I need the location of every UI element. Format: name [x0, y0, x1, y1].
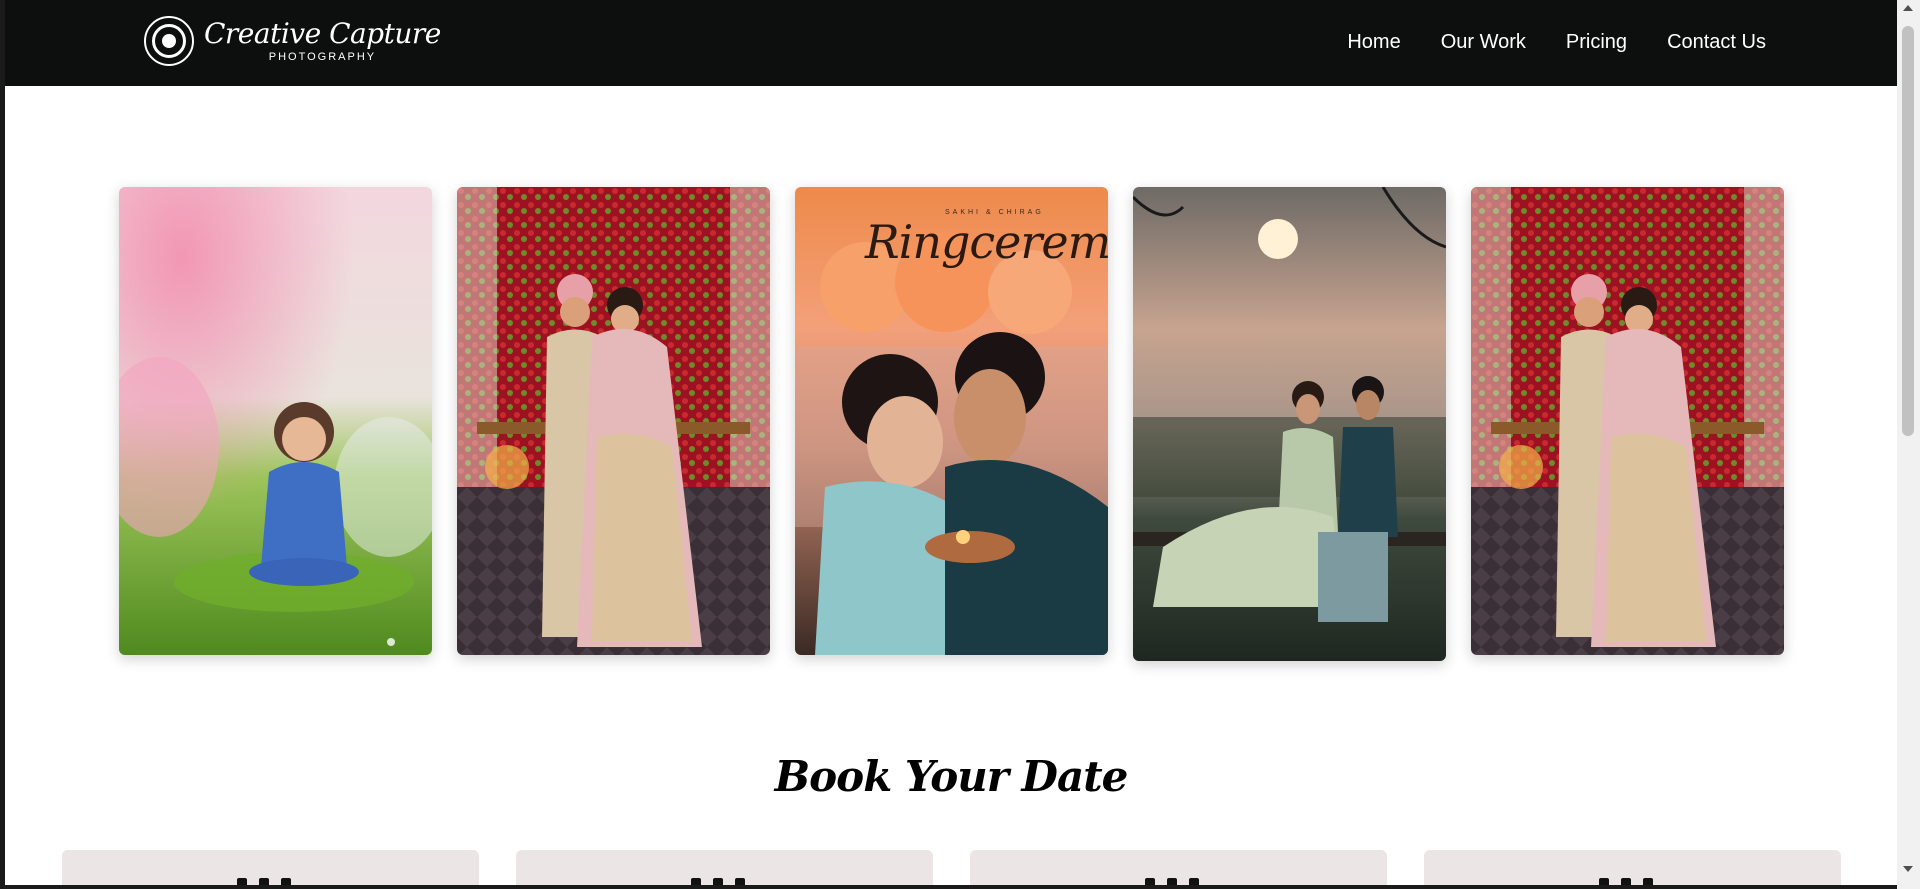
book-your-date-heading: Book Your Date	[774, 752, 1129, 801]
gallery-photo-ring-ceremony[interactable]: SAKHI & CHIRAG Ringceremony	[795, 187, 1108, 655]
gallery-photo-image	[1133, 187, 1446, 661]
navbar: Creative Capture PHOTOGRAPHY Home Our Wo…	[5, 0, 1897, 86]
gallery-photo-image	[457, 187, 770, 655]
nav-contact-us-link[interactable]: Contact Us	[1667, 28, 1766, 56]
nav-our-work-link[interactable]: Our Work	[1441, 28, 1526, 56]
pricing-card[interactable]	[1424, 850, 1841, 885]
logo[interactable]: Creative Capture PHOTOGRAPHY	[144, 13, 441, 69]
main-nav: Home Our Work Pricing Contact Us	[1347, 28, 1766, 56]
scroll-down-arrow-icon[interactable]	[1903, 866, 1913, 872]
camera-lens-icon	[144, 16, 194, 66]
photo-gallery: SAKHI & CHIRAG Ringceremony	[119, 187, 1784, 661]
photo-caption-title: Ringceremony	[865, 215, 1108, 269]
gallery-photo-sunset-couple[interactable]	[1133, 187, 1446, 661]
pricing-cards	[62, 850, 1841, 885]
pricing-card[interactable]	[516, 850, 933, 885]
page: Creative Capture PHOTOGRAPHY Home Our Wo…	[5, 0, 1897, 885]
gallery-photo-wedding-couple[interactable]	[457, 187, 770, 655]
pricing-card[interactable]	[970, 850, 1387, 885]
gallery-photo-wedding-couple-repeat[interactable]	[1471, 187, 1784, 655]
vertical-scrollbar[interactable]	[1897, 0, 1920, 889]
nav-home-link[interactable]: Home	[1347, 28, 1400, 56]
gallery-photo-baby[interactable]	[119, 187, 432, 655]
scroll-up-arrow-icon[interactable]	[1903, 5, 1913, 11]
gallery-photo-image	[1471, 187, 1784, 655]
logo-subtitle: PHOTOGRAPHY	[268, 51, 377, 63]
gallery-photo-image	[119, 187, 432, 655]
scrollbar-thumb[interactable]	[1902, 26, 1914, 436]
logo-title: Creative Capture	[204, 17, 441, 50]
nav-pricing-link[interactable]: Pricing	[1566, 28, 1627, 56]
pricing-card[interactable]	[62, 850, 479, 885]
